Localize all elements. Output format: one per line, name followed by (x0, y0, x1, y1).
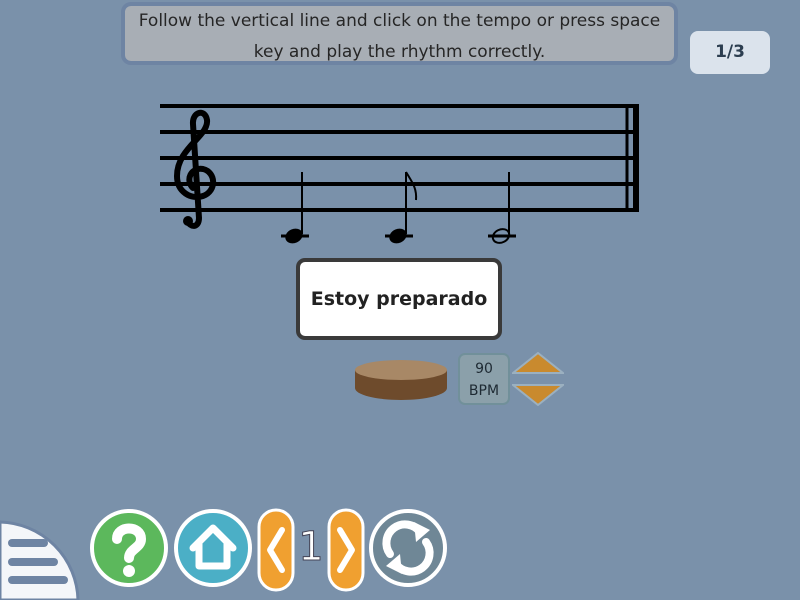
ready-button-label: Estoy preparado (310, 288, 488, 310)
help-button[interactable] (89, 508, 169, 588)
instruction-text: Follow the vertical line and click on th… (138, 11, 661, 62)
drum-icon[interactable] (354, 356, 448, 402)
instruction-banner: Follow the vertical line and click on th… (121, 2, 678, 65)
menu-button[interactable] (0, 520, 80, 600)
progress-counter: 1/3 (690, 31, 770, 74)
tempo-unit: BPM (468, 383, 500, 399)
next-button[interactable] (327, 508, 365, 592)
ready-button[interactable]: Estoy preparado (296, 258, 502, 340)
tempo-value: 90 (475, 361, 493, 377)
staff-lines (160, 104, 637, 212)
prev-button[interactable] (257, 508, 295, 592)
home-button[interactable] (173, 508, 253, 588)
page-number: 1 (298, 524, 324, 571)
tempo-up-arrow-icon[interactable] (512, 352, 564, 376)
refresh-button[interactable] (368, 508, 448, 588)
tempo-down-arrow-icon[interactable] (512, 382, 564, 406)
tempo-display: 90 BPM (458, 353, 510, 405)
music-staff (160, 104, 639, 244)
